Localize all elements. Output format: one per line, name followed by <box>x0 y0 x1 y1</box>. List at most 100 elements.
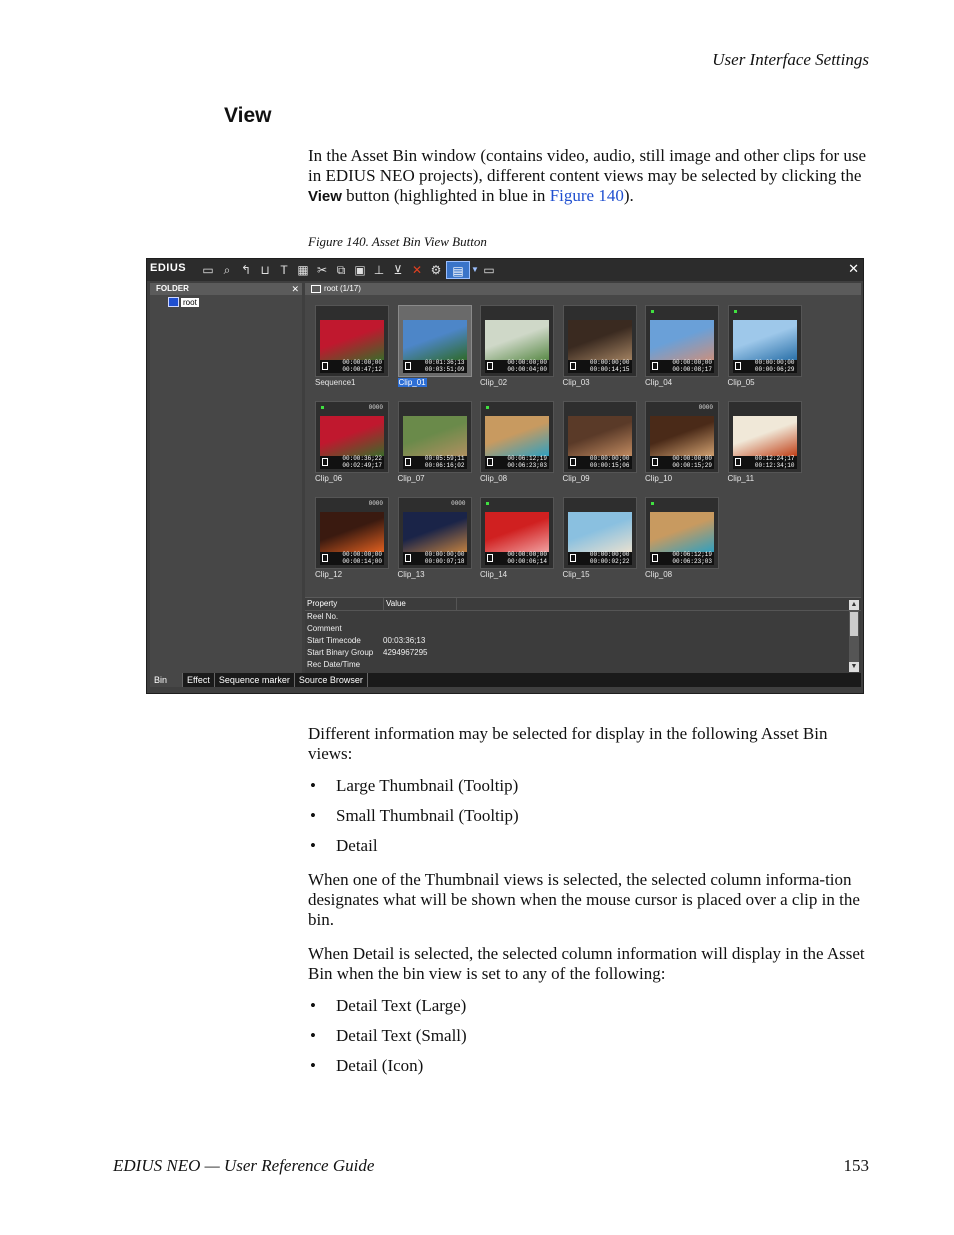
open-clip-icon[interactable]: ⊔ <box>256 261 274 279</box>
copy-icon[interactable]: ⧉ <box>332 261 350 279</box>
clip-type-icon <box>322 458 328 466</box>
search-icon[interactable]: ⌕ <box>218 261 236 279</box>
cut-icon[interactable]: ✂ <box>313 261 331 279</box>
title-icon[interactable]: T <box>275 261 293 279</box>
view-dropdown-icon[interactable]: ▼ <box>471 261 479 279</box>
clip-type-icon <box>734 458 741 466</box>
out-timecode: 00:00:07;18 <box>424 557 465 565</box>
delete-icon[interactable]: ✕ <box>408 261 426 279</box>
tab-bin[interactable]: Bin <box>150 673 183 687</box>
out-timecode: 00:00:06;14 <box>507 557 547 565</box>
figure-link[interactable]: Figure 140 <box>550 186 624 205</box>
clip-type-icon <box>487 458 493 466</box>
tab-effect[interactable]: Effect <box>183 673 215 687</box>
thumbnail-frame: 00:00:00;00 00:00:02;22 <box>562 497 637 569</box>
properties-scrollbar[interactable]: ▲ ▼ <box>849 600 859 672</box>
up-folder-icon[interactable]: ↰ <box>237 261 255 279</box>
thumbnail-image <box>567 320 632 360</box>
thumbnail-frame: 0000 00:00:00;00 00:00:14;00 <box>315 497 389 569</box>
timecode-bar: 00:00:00;00 00:00:04;00 <box>485 359 549 373</box>
section-title: View <box>224 104 272 127</box>
clip-name: Clip_09 <box>562 474 590 483</box>
folder-tree-root[interactable]: root <box>168 297 199 307</box>
clip-type-icon <box>487 554 493 562</box>
thumbnail-image <box>485 320 549 360</box>
property-row[interactable]: Reel No. <box>305 611 861 623</box>
out-timecode: 00:00:02;22 <box>589 557 630 565</box>
thumbnail-frame: 00:00:00;00 00:00:47;12 <box>315 305 389 377</box>
page-number: 153 <box>843 1156 870 1175</box>
clip-name: Clip_11 <box>727 474 755 483</box>
scroll-down-icon[interactable]: ▼ <box>849 662 859 672</box>
figure-caption: Figure 140. Asset Bin View Button <box>308 234 487 249</box>
out-timecode: 00:02:49;17 <box>342 461 382 469</box>
folder-header-label: FOLDER <box>156 284 189 293</box>
marker-icon <box>651 502 654 505</box>
property-row[interactable]: Comment <box>305 623 861 635</box>
out-timecode: 00:06:23;03 <box>507 461 547 469</box>
thumbnail-frame: 00:00:00;00 00:00:04;00 <box>480 305 554 377</box>
bin-settings-icon[interactable]: ▭ <box>480 261 498 279</box>
out-timecode: 00:00:06;29 <box>754 365 795 373</box>
detail-views-list: Detail Text (Large) Detail Text (Small) … <box>308 996 870 1086</box>
property-name: Start Binary Group <box>307 648 374 657</box>
timecode-bar: 00:05:59;11 00:06:16;02 <box>402 455 467 469</box>
thumbnail-image <box>567 512 632 552</box>
view-button-icon[interactable]: ▤ <box>446 261 470 279</box>
color-bars-icon[interactable]: ▦ <box>294 261 312 279</box>
scroll-thumb[interactable] <box>850 612 858 636</box>
folder-root-label: root <box>181 297 199 307</box>
clip-counter: 0000 <box>698 404 713 411</box>
thumbnail-image <box>567 416 632 456</box>
add-to-timeline-icon[interactable]: ⊻ <box>389 261 407 279</box>
property-row[interactable]: Start Timecode 00:03:36;13 <box>305 635 861 647</box>
thumbnail-image <box>402 512 467 552</box>
property-column-header[interactable]: Property <box>305 598 384 610</box>
bin-path-label: root (1/17) <box>324 284 361 293</box>
close-icon[interactable]: ✕ <box>848 261 859 277</box>
value-column-header[interactable]: Value <box>384 598 457 610</box>
timecode-bar: 00:00:00;00 00:00:06;14 <box>485 551 549 565</box>
out-timecode: 00:00:15;06 <box>589 461 630 469</box>
add-to-player-icon[interactable]: ⊥ <box>370 261 388 279</box>
timecode-bar: 00:00:00;00 00:00:15;06 <box>567 455 632 469</box>
folder-pane: FOLDER ✕ root <box>150 283 302 673</box>
list-item: Detail (Icon) <box>308 1056 870 1086</box>
asset-bin-window: EDIUS ▭ ⌕ ↰ ⊔ T ▦ ✂ ⧉ ▣ ⊥ ⊻ ✕ ⚙ ▤ ▼ ▭ ✕ … <box>146 258 864 694</box>
timecode-bar: 00:00:00;00 00:00:14;15 <box>567 359 632 373</box>
tab-sequence-marker[interactable]: Sequence marker <box>215 673 295 687</box>
views-list: Large Thumbnail (Tooltip) Small Thumbnai… <box>308 776 870 866</box>
clip-name: Clip_14 <box>480 570 508 579</box>
list-item: Detail Text (Large) <box>308 996 870 1026</box>
out-timecode: 00:00:14;00 <box>342 557 382 565</box>
thumbnail-frame: 00:00:00;00 00:00:06;14 <box>480 497 554 569</box>
out-timecode: 00:00:15;29 <box>672 461 712 469</box>
paste-icon[interactable]: ▣ <box>351 261 369 279</box>
folder-close-icon[interactable]: ✕ <box>291 283 299 295</box>
property-name: Start Timecode <box>307 636 361 645</box>
clip-name: Clip_06 <box>315 474 343 483</box>
list-item: Detail Text (Small) <box>308 1026 870 1056</box>
clip-type-icon <box>569 362 576 370</box>
running-head: User Interface Settings <box>712 50 869 69</box>
timecode-bar: 00:00:00;00 00:00:15;29 <box>650 455 714 469</box>
clip-name: Clip_04 <box>645 378 673 387</box>
tab-source-browser[interactable]: Source Browser <box>295 673 368 687</box>
out-timecode: 00:00:47;12 <box>342 365 382 373</box>
clip-name: Clip_05 <box>727 378 755 387</box>
thumbnail-image <box>320 320 384 360</box>
thumbnail-image <box>485 416 549 456</box>
thumbnail-image <box>732 416 797 456</box>
properties-icon[interactable]: ⚙ <box>427 261 445 279</box>
clip-name: Clip_12 <box>315 570 343 579</box>
thumbnail-image <box>650 416 714 456</box>
property-row[interactable]: Start Binary Group 4294967295 <box>305 647 861 659</box>
clip-counter: 0000 <box>451 500 466 507</box>
thumbnail-frame: 00:06:12;19 00:06:23;03 <box>645 497 719 569</box>
clip-counter: 0000 <box>368 500 383 507</box>
property-row[interactable]: Rec Date/Time <box>305 659 861 671</box>
property-name: Comment <box>307 624 342 633</box>
scroll-up-icon[interactable]: ▲ <box>849 600 859 610</box>
timecode-bar: 00:12:24;17 00:12:34;10 <box>732 455 797 469</box>
folder-icon[interactable]: ▭ <box>199 261 217 279</box>
